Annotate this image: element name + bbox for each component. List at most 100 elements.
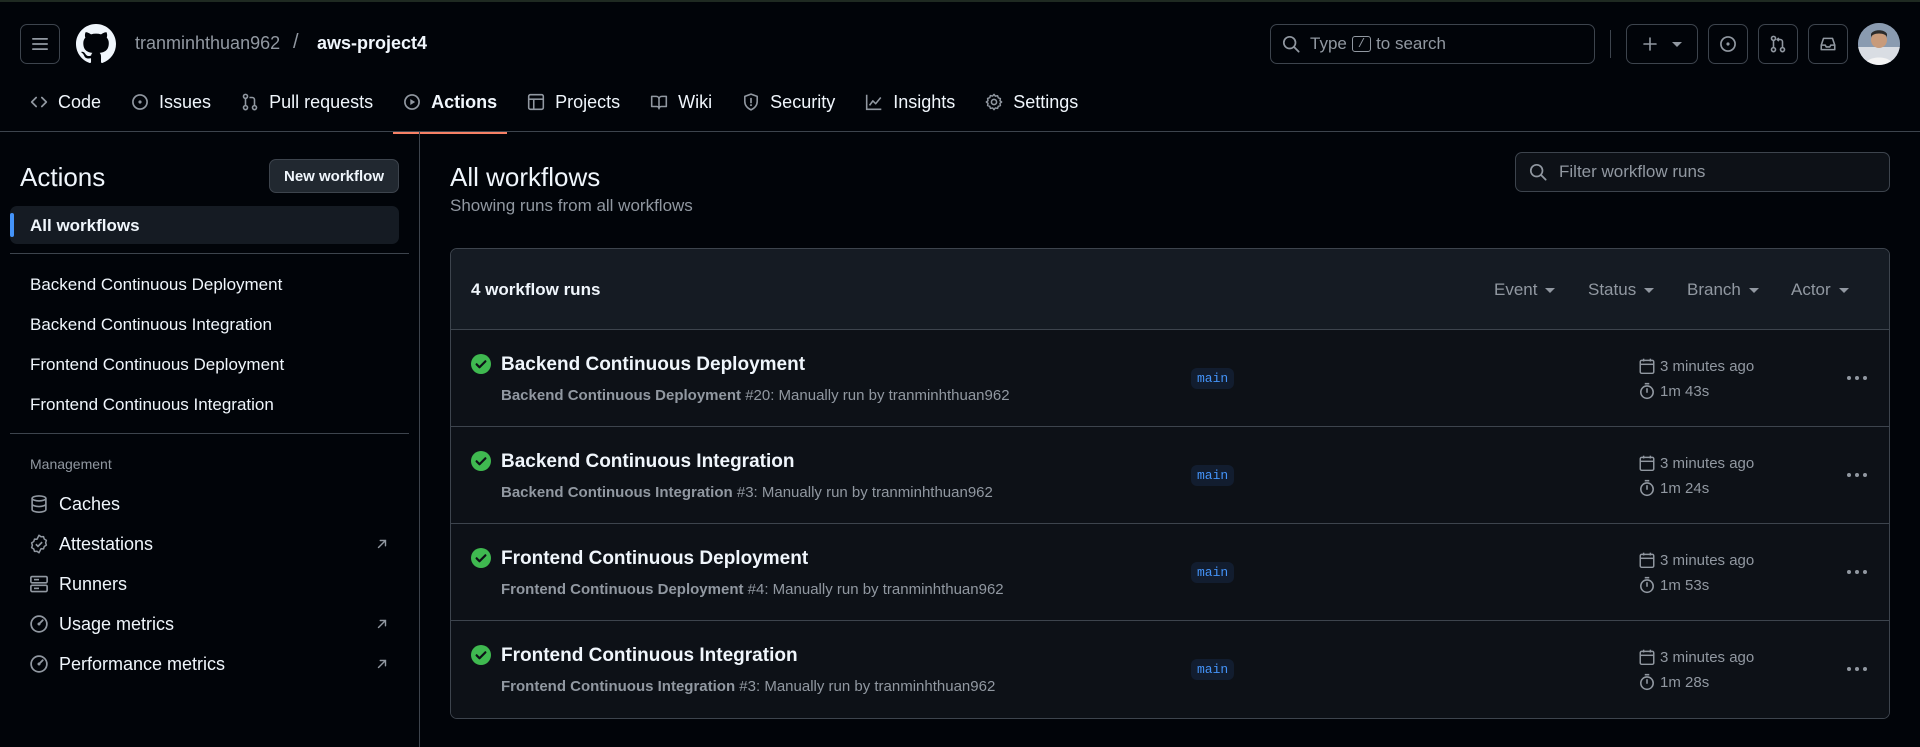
pull-requests-button[interactable] (1758, 24, 1798, 64)
branch-label[interactable]: main (1191, 465, 1235, 486)
repo-name-link[interactable]: aws-project4 (317, 33, 427, 54)
avatar[interactable] (1858, 23, 1900, 65)
menu-button[interactable] (20, 24, 60, 64)
table-row[interactable]: Backend Continuous Deployment Backend Co… (451, 330, 1889, 427)
sidebar-item-attestations[interactable]: Attestations (29, 529, 389, 559)
sidebar-item-all-workflows[interactable]: All workflows (10, 206, 399, 244)
repo-owner-link[interactable]: tranminhthuan962 (135, 33, 280, 54)
kebab-horizontal-icon (1847, 570, 1867, 574)
database-icon (31, 495, 47, 513)
chevron-down-icon (1672, 41, 1682, 47)
run-time-text: 3 minutes ago (1660, 648, 1755, 666)
run-title-link[interactable]: Backend Continuous Deployment (501, 354, 805, 376)
run-more-button[interactable] (1841, 560, 1873, 584)
chevron-down-icon (1838, 287, 1849, 293)
path-separator: / (293, 31, 299, 53)
chevron-down-icon (1748, 287, 1759, 293)
run-timestamp: 3 minutes ago (1638, 648, 1754, 666)
sidebar-item-workflow[interactable]: Backend Continuous Integration (30, 315, 272, 335)
sidebar-item-caches[interactable]: Caches (29, 489, 389, 519)
status-filter-dropdown[interactable]: Status (1588, 280, 1655, 300)
check-circle-fill-icon (471, 354, 491, 374)
sidebar-divider (10, 253, 409, 254)
table-row[interactable]: Frontend Continuous Integration Frontend… (451, 621, 1889, 718)
tab-issues[interactable]: Issues (121, 86, 221, 134)
check-circle-fill-icon (471, 548, 491, 568)
sidebar-item-runners[interactable]: Runners (29, 569, 389, 599)
inbox-button[interactable] (1808, 24, 1848, 64)
sidebar-item-label: Runners (59, 573, 128, 594)
run-meta-text: #3: Manually run by tranminhthuan962 (735, 678, 996, 695)
run-more-button[interactable] (1841, 366, 1873, 390)
event-filter-dropdown[interactable]: Event (1494, 280, 1556, 300)
github-logo-icon[interactable] (76, 24, 116, 64)
sidebar-item-workflow[interactable]: Backend Continuous Deployment (30, 275, 282, 295)
create-new-button[interactable] (1626, 24, 1698, 64)
branch-label[interactable]: main (1191, 659, 1235, 680)
tab-actions[interactable]: Actions (393, 86, 508, 134)
filter-placeholder: Filter workflow runs (1559, 162, 1706, 181)
filter-label: Event (1494, 280, 1538, 299)
tab-projects[interactable]: Projects (517, 86, 630, 134)
link-external-icon (377, 539, 387, 549)
server-icon (30, 575, 48, 593)
chevron-down-icon (1644, 287, 1655, 293)
tab-label: Code (58, 92, 102, 112)
new-workflow-button[interactable]: New workflow (269, 159, 399, 193)
runs-count: 4 workflow runs (471, 280, 601, 299)
sidebar-item-performance-metrics[interactable]: Performance metrics (29, 649, 389, 679)
search-suffix: to search (1376, 34, 1446, 53)
stopwatch-icon (1640, 479, 1654, 497)
tab-security[interactable]: Security (732, 86, 845, 134)
calendar-icon (1639, 552, 1655, 569)
run-duration: 1m 53s (1638, 576, 1709, 594)
run-more-button[interactable] (1841, 463, 1873, 487)
run-title-link[interactable]: Frontend Continuous Deployment (501, 548, 808, 570)
link-external-icon (377, 619, 387, 629)
sidebar-item-label: All workflows (30, 216, 140, 235)
graph-icon (866, 94, 882, 111)
git-pull-request-icon (242, 93, 258, 111)
page-subtitle: Showing runs from all workflows (450, 196, 693, 215)
run-time-text: 3 minutes ago (1660, 454, 1755, 472)
gear-icon (985, 93, 1003, 111)
kebab-horizontal-icon (1847, 473, 1867, 477)
issue-opened-icon (1720, 36, 1736, 52)
tab-code[interactable]: Code (20, 86, 111, 134)
sidebar-item-label: Usage metrics (59, 613, 175, 634)
tab-label: Actions (431, 92, 498, 112)
plus-icon (1643, 37, 1657, 51)
sidebar-item-workflow[interactable]: Frontend Continuous Integration (30, 395, 274, 415)
issues-button[interactable] (1708, 24, 1748, 64)
run-meta-text: #20: Manually run by tranminhthuan962 (741, 387, 1010, 404)
branch-filter-dropdown[interactable]: Branch (1687, 280, 1759, 300)
actor-filter-dropdown[interactable]: Actor (1791, 280, 1849, 300)
search-icon (1282, 35, 1300, 53)
filter-workflow-runs-input[interactable]: Filter workflow runs (1515, 152, 1890, 192)
table-row[interactable]: Backend Continuous Integration Backend C… (451, 427, 1889, 524)
run-more-button[interactable] (1841, 657, 1873, 681)
sidebar-item-workflow[interactable]: Frontend Continuous Deployment (30, 355, 284, 375)
branch-label[interactable]: main (1191, 368, 1235, 389)
run-title-link[interactable]: Backend Continuous Integration (501, 451, 794, 473)
global-search-input[interactable]: Type / to search (1270, 24, 1595, 64)
sidebar-item-usage-metrics[interactable]: Usage metrics (29, 609, 389, 639)
tab-insights[interactable]: Insights (855, 86, 965, 134)
tab-settings[interactable]: Settings (975, 86, 1088, 134)
calendar-icon (1639, 649, 1655, 666)
run-duration-text: 1m 28s (1660, 673, 1710, 691)
search-icon (1529, 163, 1547, 181)
run-time-text: 3 minutes ago (1660, 357, 1755, 375)
page-title: All workflows (450, 162, 601, 192)
run-meta-text: #4: Manually run by tranminhthuan962 (743, 581, 1004, 598)
header-divider (1610, 30, 1611, 58)
branch-label[interactable]: main (1191, 562, 1235, 583)
tab-pull-requests[interactable]: Pull requests (231, 86, 383, 134)
tab-wiki[interactable]: Wiki (640, 86, 722, 134)
table-row[interactable]: Frontend Continuous Deployment Frontend … (451, 524, 1889, 621)
run-duration: 1m 43s (1638, 382, 1709, 400)
kebab-horizontal-icon (1847, 376, 1867, 380)
calendar-icon (1639, 358, 1655, 375)
run-title-link[interactable]: Frontend Continuous Integration (501, 645, 798, 667)
run-timestamp: 3 minutes ago (1638, 357, 1754, 375)
